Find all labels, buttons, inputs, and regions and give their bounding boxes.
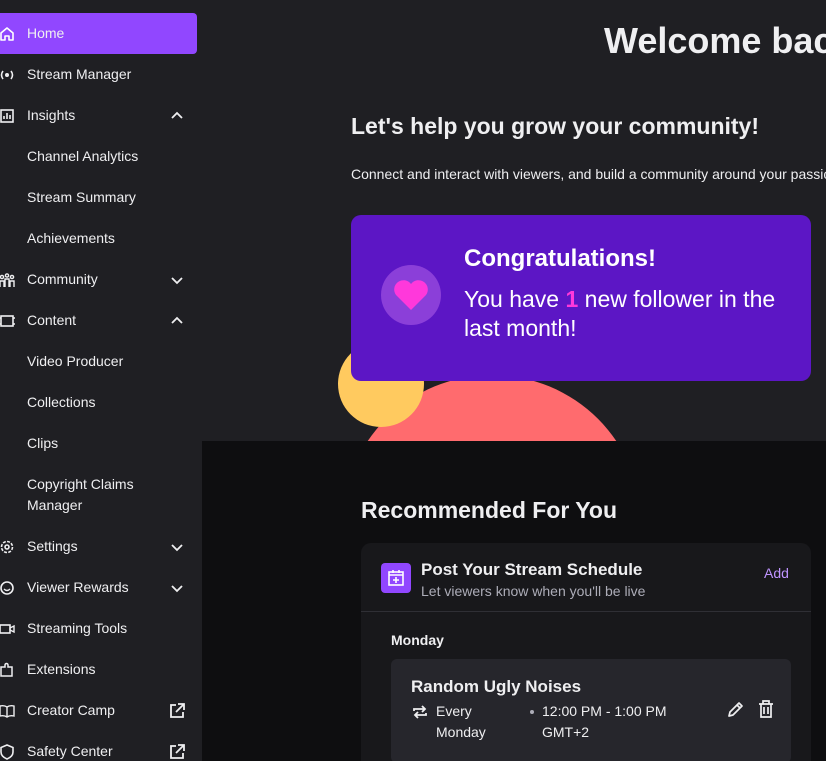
community-icon: [0, 271, 16, 289]
schedule-time: 12:00 PM - 1:00 PM GMT+2: [542, 703, 667, 740]
pencil-icon[interactable]: [726, 699, 746, 719]
smile-icon: [0, 579, 16, 597]
hero-section: Welcome back Let's help you grow your co…: [202, 0, 826, 441]
home-icon: [0, 25, 16, 43]
sidebar-item-viewer-rewards[interactable]: Viewer Rewards: [0, 567, 197, 608]
divider: [361, 611, 811, 612]
follower-count: 1: [565, 286, 579, 312]
card-title: Post Your Stream Schedule: [421, 560, 643, 579]
chevron-up-icon[interactable]: [168, 107, 186, 125]
sidebar-item-label: Safety Center: [27, 743, 113, 759]
card-subtitle: Let viewers know when you'll be live: [421, 583, 646, 599]
shield-icon: [0, 743, 16, 761]
sidebar-item-label: Streaming Tools: [27, 620, 128, 636]
congrats-text-before: You have: [464, 286, 566, 312]
sidebar-item-label: Extensions: [27, 661, 96, 677]
sidebar-item-label: Insights: [27, 107, 76, 123]
chart-icon: [0, 107, 16, 125]
sidebar-item-safety-center[interactable]: Safety Center: [0, 731, 197, 761]
stream-schedule-card: Post Your Stream Schedule Let viewers kn…: [361, 543, 811, 761]
sidebar-item-label: Community: [27, 271, 98, 287]
sidebar-item-label: Creator Camp: [27, 702, 115, 718]
chevron-up-icon[interactable]: [168, 312, 186, 330]
heart-icon: [381, 265, 441, 325]
sidebar-item-label: Achievements: [27, 230, 115, 246]
sidebar-item-stream-manager[interactable]: Stream Manager: [0, 54, 197, 95]
sidebar-item-community[interactable]: Community: [0, 259, 197, 300]
separator-dot: [530, 710, 534, 714]
sidebar-item-label: Stream Manager: [27, 66, 132, 82]
sidebar-item-content[interactable]: Content: [0, 300, 197, 341]
sidebar-item-home[interactable]: Home: [0, 13, 197, 54]
grow-title: Let's help you grow your community!: [351, 113, 760, 139]
grow-subtitle: Connect and interact with viewers, and b…: [351, 166, 826, 182]
sidebar-item-creator-camp[interactable]: Creator Camp: [0, 690, 197, 731]
sidebar-item-extensions[interactable]: Extensions: [0, 649, 197, 690]
trash-icon[interactable]: [757, 699, 775, 719]
congrats-message: You have 1 new follower in the last mont…: [464, 285, 784, 343]
sidebar-item-label: Content: [27, 312, 77, 328]
sidebar-item-label: Copyright Claims Manager: [27, 476, 134, 513]
sidebar-item-label: Settings: [27, 538, 78, 554]
repeat-icon: [413, 705, 427, 719]
sidebar-item-stream-summary[interactable]: Stream Summary: [0, 177, 197, 218]
sidebar-item-label: Clips: [27, 435, 59, 451]
sidebar-item-label: Stream Summary: [27, 189, 136, 205]
sidebar-item-label: Channel Analytics: [27, 148, 139, 164]
broadcast-icon: [0, 66, 16, 84]
external-link-icon: [170, 743, 185, 759]
gear-icon: [0, 538, 16, 556]
sidebar-item-label: Viewer Rewards: [27, 579, 129, 595]
camera-icon: [0, 620, 16, 638]
welcome-heading: Welcome back: [604, 20, 826, 61]
sidebar-item-insights[interactable]: Insights: [0, 95, 197, 136]
add-schedule-link[interactable]: Add: [764, 565, 789, 581]
congrats-card: Congratulations! You have 1 new follower…: [351, 215, 811, 381]
content-icon: [0, 312, 16, 330]
external-link-icon: [170, 702, 185, 718]
sidebar-item-clips[interactable]: Clips: [0, 423, 197, 464]
sidebar-item-collections[interactable]: Collections: [0, 382, 197, 423]
sidebar-item-video-producer[interactable]: Video Producer: [0, 341, 197, 382]
chevron-down-icon[interactable]: [168, 271, 186, 289]
schedule-title: Random Ugly Noises: [411, 677, 582, 696]
calendar-add-icon: [381, 563, 411, 593]
sidebar-item-label: Video Producer: [27, 353, 124, 369]
sidebar: Home Stream Manager Insights Channel Ana…: [0, 0, 202, 761]
sidebar-item-label: Home: [27, 25, 65, 41]
puzzle-icon: [0, 661, 16, 679]
chevron-down-icon[interactable]: [168, 579, 186, 597]
schedule-day: Monday: [391, 632, 444, 648]
schedule-repeat: Every Monday: [436, 703, 486, 740]
congrats-title: Congratulations!: [464, 245, 656, 272]
sidebar-item-channel-analytics[interactable]: Channel Analytics: [0, 136, 197, 177]
sidebar-item-streaming-tools[interactable]: Streaming Tools: [0, 608, 197, 649]
main-content: Welcome back Let's help you grow your co…: [202, 0, 826, 761]
schedule-entry: Random Ugly Noises Every Monday 12:00 PM…: [391, 659, 791, 761]
sidebar-item-label: Collections: [27, 394, 96, 410]
sidebar-item-copyright-claims-manager[interactable]: Copyright Claims Manager: [0, 464, 197, 526]
recommended-title: Recommended For You: [361, 497, 618, 523]
chevron-down-icon[interactable]: [168, 538, 186, 556]
sidebar-item-settings[interactable]: Settings: [0, 526, 197, 567]
sidebar-item-achievements[interactable]: Achievements: [0, 218, 197, 259]
book-icon: [0, 702, 16, 720]
